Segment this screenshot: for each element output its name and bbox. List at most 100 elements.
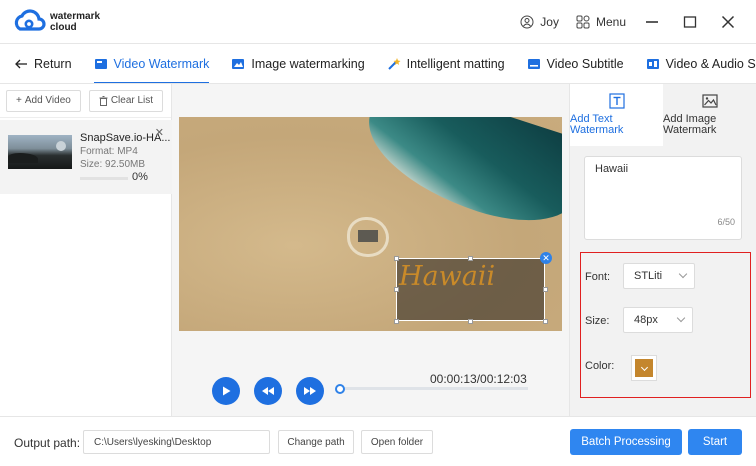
image-icon [232,58,245,69]
batch-processing-label: Batch Processing [581,436,671,448]
watermark-settings-panel: Add Text Watermark Add Image Watermark H… [569,84,756,416]
tab-label: Intelligent matting [406,56,505,71]
resize-handle-left[interactable] [394,287,399,292]
logo-text-line2: cloud [50,22,77,33]
resize-handle-right[interactable] [543,287,548,292]
tab-intelligent-matting[interactable]: Intelligent matting [376,44,516,83]
tab-add-image-watermark[interactable]: Add Image Watermark [663,84,756,146]
logo-text-line1: watermark [50,11,101,22]
close-window-button[interactable] [716,10,740,34]
timeline-track[interactable] [336,387,528,390]
video-preview[interactable]: Hawaii ✕ [179,117,562,331]
fast-forward-icon [304,387,316,395]
magic-wand-icon [387,57,401,70]
menu-button[interactable]: Menu [573,12,626,32]
user-account[interactable]: Joy [517,12,559,32]
tab-image-watermarking[interactable]: Image watermarking [220,44,375,83]
cloud-logo-icon [14,9,46,31]
tab-label: Video Watermark [113,56,210,71]
watermark-overlay-text: Hawaii [399,261,496,292]
file-progress-text: 0% [132,171,148,183]
chevron-down-icon [676,313,686,323]
size-label: Size: [585,315,610,327]
timeline-scrubber[interactable] [335,384,345,394]
user-icon [517,12,537,32]
change-path-button[interactable]: Change path [278,430,354,454]
watermark-text-input[interactable]: Hawaii 6/50 [584,156,742,240]
player-controls: 00:00:13/00:12:03 [172,367,569,416]
resize-handle-top[interactable] [468,256,473,261]
resize-handle-top-left[interactable] [394,256,399,261]
play-icon [223,386,231,396]
minimize-icon [646,21,658,23]
color-picker[interactable] [631,355,657,381]
resize-handle-bottom[interactable] [468,319,473,324]
font-value: STLiti [634,270,663,282]
add-video-label: Add Video [24,95,71,106]
file-format: Format: MP4 [80,146,138,157]
play-button[interactable] [212,377,240,405]
rewind-icon [262,387,274,395]
audio-separation-icon [646,58,659,69]
resize-handle-bottom-left[interactable] [394,319,399,324]
maximize-icon [683,16,697,28]
tab-video-subtitle[interactable]: Video Subtitle [516,44,635,83]
image-watermark-icon [702,94,718,108]
file-list-panel: + Add Video Clear List SnapSave.io-HA...… [0,84,172,416]
tab-label: Watermark [663,124,717,136]
plus-icon: + [16,95,22,106]
character-counter: 6/50 [717,217,735,227]
output-path-value: C:\Users\lyesking\Desktop [94,437,212,448]
playback-time: 00:00:13/00:12:03 [430,372,527,386]
clear-list-button[interactable]: Clear List [88,89,164,112]
preview-panel: Hawaii ✕ 00:00:13/00:12:03 [172,84,569,416]
file-progress-bar [80,177,128,180]
color-label: Color: [585,360,615,372]
color-swatch [635,359,653,377]
text-watermark-icon [609,93,625,109]
maximize-button[interactable] [678,10,702,34]
user-name: Joy [540,15,559,29]
output-path-label: Output path: [14,436,81,450]
resize-handle-bottom-right[interactable] [543,319,548,324]
minimize-button[interactable] [640,10,664,34]
text-style-settings: Font: STLiti Size: 48px Color: [580,252,751,398]
beach-campsite [347,217,389,257]
add-video-button[interactable]: + Add Video [6,89,81,112]
start-button[interactable]: Start [688,429,742,455]
output-bar: Output path: C:\Users\lyesking\Desktop C… [0,416,756,466]
size-select[interactable]: 48px [623,307,693,333]
menu-grid-icon [573,12,593,32]
trash-icon [99,95,108,106]
close-icon [721,15,735,29]
tab-video-audio-separation[interactable]: Video & Audio Sepa [635,44,756,83]
tab-video-watermark[interactable]: Video Watermark [83,44,221,83]
font-select[interactable]: STLiti [623,263,695,289]
fast-forward-button[interactable] [296,377,324,405]
delete-watermark-icon[interactable]: ✕ [540,252,552,264]
title-bar: watermark cloud Joy Menu [0,0,756,44]
open-folder-button[interactable]: Open folder [361,430,433,454]
start-label: Start [702,436,728,448]
remove-file-icon[interactable]: ✕ [155,126,164,139]
menu-label: Menu [595,15,626,29]
batch-processing-button[interactable]: Batch Processing [570,429,682,455]
video-watermark-icon [94,58,107,69]
chevron-down-icon [640,363,648,371]
change-path-label: Change path [287,436,345,448]
size-value: 48px [634,314,658,326]
rewind-button[interactable] [254,377,282,405]
file-size: Size: 92.50MB [80,159,146,170]
return-button[interactable]: Return [0,44,83,83]
subtitle-icon [527,58,540,69]
return-label: Return [34,56,72,71]
watermark-overlay-box[interactable]: Hawaii [396,258,545,321]
output-path-field[interactable]: C:\Users\lyesking\Desktop [83,430,270,454]
list-item[interactable]: SnapSave.io-HA... ✕ Format: MP4 Size: 92… [0,120,172,194]
font-label: Font: [585,271,611,283]
video-thumbnail [8,135,72,169]
tab-add-text-watermark[interactable]: Add Text Watermark [570,84,662,146]
feature-nav: Return Video Watermark Image watermarkin… [0,44,756,84]
tab-label: Video & Audio Sepa [665,56,756,71]
app-logo: watermark cloud [12,7,100,37]
